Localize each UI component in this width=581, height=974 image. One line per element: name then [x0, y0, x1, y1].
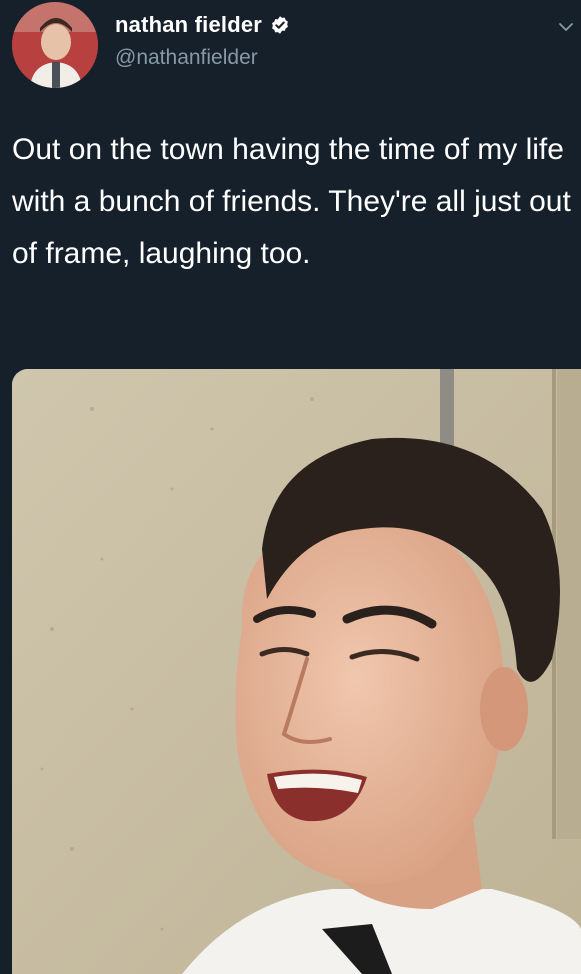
user-handle[interactable]: @nathanfielder — [115, 46, 258, 70]
tweet-text: Out on the town having the time of my li… — [12, 133, 571, 270]
tweet-photo[interactable] — [12, 369, 581, 974]
tweet-card: nathan fielder @nathanfielder Out on the… — [0, 0, 581, 974]
tweet-header: nathan fielder @nathanfielder — [0, 0, 581, 100]
chevron-down-icon[interactable] — [557, 18, 575, 36]
display-name[interactable]: nathan fielder — [115, 12, 262, 38]
verified-badge-icon — [270, 15, 290, 35]
avatar[interactable] — [12, 2, 98, 88]
name-row: nathan fielder — [115, 12, 290, 38]
